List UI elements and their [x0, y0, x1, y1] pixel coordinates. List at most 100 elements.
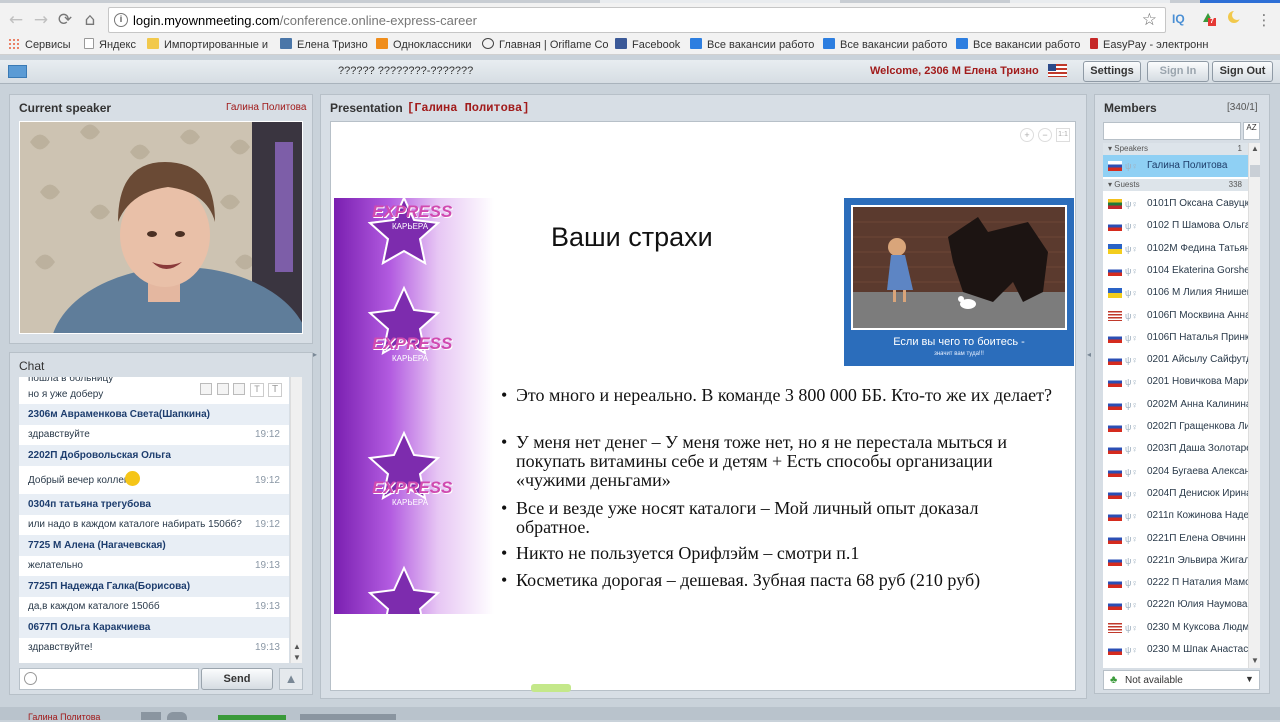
bookmark-facebook[interactable]: Facebook [615, 37, 680, 53]
flag-icon [1108, 600, 1122, 611]
chat-author[interactable]: 2306м Авраменкова Света(Шапкина) [19, 404, 289, 425]
bookmark-vk[interactable]: Елена Тризно [280, 37, 368, 53]
volume-bar[interactable] [300, 714, 396, 720]
badge-extension-icon[interactable]: 7 [1200, 10, 1216, 26]
iq-extension-icon[interactable]: IQ [1172, 12, 1185, 26]
bookmark-vacancies-1[interactable]: Все вакансии работо [690, 37, 814, 53]
member-row[interactable]: ψ♀ 0222п Юлия Наумова [1103, 594, 1248, 616]
info-icon[interactable]: i [114, 13, 128, 27]
bookmark-oriflame[interactable]: Главная | Oriflame Co [482, 37, 609, 53]
status-select[interactable]: ♣ Not available ▼ [1103, 670, 1260, 690]
chat-author[interactable]: 7725 М Алена (Нагачевская) [19, 535, 289, 556]
settings-button[interactable]: Settings [1083, 61, 1141, 82]
flag-icon [1108, 310, 1122, 321]
chat-input[interactable] [19, 668, 199, 690]
chat-author[interactable]: 7725П Надежда Галка(Борисова) [19, 576, 289, 597]
members-list: ▾ Speakers 1 ψ♀ Галина Политова ▾ Guests 33… [1103, 143, 1260, 668]
bookmark-vacancies-2[interactable]: Все вакансии работо [823, 37, 947, 53]
volume-slider[interactable] [218, 715, 286, 720]
member-row[interactable]: ψ♀ 0106 М Лилия Янишев [1103, 282, 1248, 304]
member-name: 0201 Новичкова Мари [1147, 376, 1248, 388]
chat-message-text: здравствуйте [28, 429, 90, 440]
back-icon[interactable]: ← [6, 10, 26, 30]
members-search-input[interactable] [1103, 122, 1241, 140]
member-row[interactable]: ψ♀ 0106П Наталья Принк [1103, 327, 1248, 349]
scroll-down-icon[interactable]: ▼ [1250, 656, 1260, 665]
member-row[interactable]: ψ♀ 0203П Даша Золотаре [1103, 438, 1248, 460]
mic-icon: ψ♀ [1125, 422, 1139, 432]
reload-icon[interactable]: ⟳ [55, 10, 75, 30]
chat-message: 7725 М Алена (Нагачевская) желательно 19:… [19, 535, 289, 576]
sort-az-icon[interactable]: AZ [1243, 122, 1260, 140]
chevron-down-icon[interactable]: ▼ [1245, 674, 1254, 684]
collapse-arrow-icon[interactable]: ▸ [313, 350, 319, 360]
camera-icon[interactable] [141, 712, 161, 720]
zoom-out-icon[interactable]: − [1038, 128, 1052, 142]
speakers-group-header[interactable]: ▾ Speakers 1 [1103, 143, 1248, 155]
settings-icon[interactable] [233, 383, 245, 395]
member-row[interactable]: ψ♀ 0222 П Наталия Мамо [1103, 572, 1248, 594]
folder-blue-icon [690, 38, 702, 49]
member-row[interactable]: ψ♀ 0202П Гращенкова Ли [1103, 416, 1248, 438]
brand-express-2: EXPRESS [372, 334, 453, 353]
image-caption-sub: значит вам туда!!! [934, 351, 984, 357]
bookmark-services[interactable]: Сервисы [8, 37, 71, 53]
bookmark-yandex[interactable]: Яндекс [84, 37, 136, 53]
chat-author[interactable]: 0677П Ольга Каракчиева [19, 617, 289, 638]
member-row[interactable]: ψ♀ 0104 Ekaterina Gorsher [1103, 260, 1248, 282]
member-row-speaker[interactable]: ψ♀ Галина Политова [1103, 155, 1248, 177]
bookmark-easypay[interactable]: EasyPay - электронн [1090, 37, 1208, 53]
member-row[interactable]: ψ♀ 0106П Москвина Анна [1103, 305, 1248, 327]
members-scrollbar[interactable]: ▲ ▼ [1248, 143, 1260, 668]
member-row[interactable]: ψ♀ 0204 Бугаева Алексан [1103, 461, 1248, 483]
member-row[interactable]: ψ♀ 0204П Денисюк Ирина [1103, 483, 1248, 505]
menu-dots-icon[interactable]: ⋮ [1254, 10, 1274, 30]
member-row[interactable]: ψ♀ 0230 М Шпак Анастас [1103, 639, 1248, 661]
member-row[interactable]: ψ♀ 0221п Эльвира Жигал [1103, 550, 1248, 572]
chat-scrollbar[interactable]: ▲ ▼ [290, 377, 302, 663]
scroll-up-icon[interactable]: ▲ [292, 642, 302, 651]
bookmark-vacancies-3[interactable]: Все вакансии работо [956, 37, 1080, 53]
member-row[interactable]: ψ♀ 0230 М Куксова Людм [1103, 617, 1248, 639]
scroll-up-icon[interactable]: ▲ [1250, 144, 1260, 153]
scroll-thumb[interactable] [1250, 165, 1260, 177]
send-button[interactable]: Send [201, 668, 273, 690]
brand-career-1: КАРЬЕРА [392, 222, 429, 231]
member-row[interactable]: ψ♀ 0201 Айсылу Сайфутд [1103, 349, 1248, 371]
address-bar[interactable]: i login.myownmeeting.com/conference.onli… [108, 7, 1166, 33]
member-row[interactable]: ψ♀ 0102 П Шамова Ольга [1103, 215, 1248, 237]
member-row[interactable]: ψ♀ 0202М Анна Калинина [1103, 394, 1248, 416]
sign-in-button[interactable]: Sign In [1147, 61, 1209, 82]
bookmark-star-icon[interactable]: ☆ [1142, 10, 1157, 30]
member-row[interactable]: ψ♀ 0201 Новичкова Мари [1103, 371, 1248, 393]
notification-bell-icon[interactable]: ▲ [279, 668, 303, 690]
scroll-down-icon[interactable]: ▼ [292, 653, 302, 662]
member-row[interactable]: ψ♀ 0102М Федина Татьян [1103, 238, 1248, 260]
home-icon[interactable]: ⌂ [80, 10, 100, 30]
bookmark-imported[interactable]: Импортированные и [147, 37, 268, 53]
actual-size-icon[interactable]: 1:1 [1056, 128, 1070, 142]
guests-group-header[interactable]: ▾ Guests 338 [1103, 179, 1248, 191]
text-size-large-icon[interactable]: T [268, 383, 282, 397]
slide-bullet: • Никто не пользуется Орифлэйм – смотри п… [501, 543, 860, 563]
user-icon[interactable] [217, 383, 229, 395]
sign-out-button[interactable]: Sign Out [1212, 61, 1273, 82]
chat-author[interactable]: 0304п татьяна трегубова [19, 494, 289, 515]
text-size-small-icon[interactable]: T [250, 383, 264, 397]
chat-author[interactable]: 2202П Добровольская Ольга [19, 445, 289, 466]
language-flag-icon[interactable] [1048, 64, 1067, 77]
bookmark-odnoklassniki[interactable]: Одноклассники [376, 37, 472, 53]
mic-toggle-icon[interactable] [167, 712, 187, 720]
member-name: 0230 М Куксова Людм [1147, 621, 1248, 633]
forward-icon[interactable]: → [31, 10, 51, 30]
emoji-icon[interactable] [24, 672, 37, 685]
member-row[interactable]: ψ♀ 0101П Оксана Савуцк [1103, 193, 1248, 215]
copy-icon[interactable] [200, 383, 212, 395]
member-row[interactable]: ψ♀ 0211п Кожинова Наде [1103, 505, 1248, 527]
zoom-in-icon[interactable]: + [1020, 128, 1034, 142]
collapse-arrow-right-icon[interactable]: ◂ [1087, 350, 1093, 360]
bottom-bar: Галина Политова [0, 707, 1280, 722]
member-row[interactable]: ψ♀ 0221П Елена Овчинн [1103, 528, 1248, 550]
url-host: login.myownmeeting.com [133, 13, 280, 28]
moon-extension-icon[interactable] [1226, 9, 1242, 25]
